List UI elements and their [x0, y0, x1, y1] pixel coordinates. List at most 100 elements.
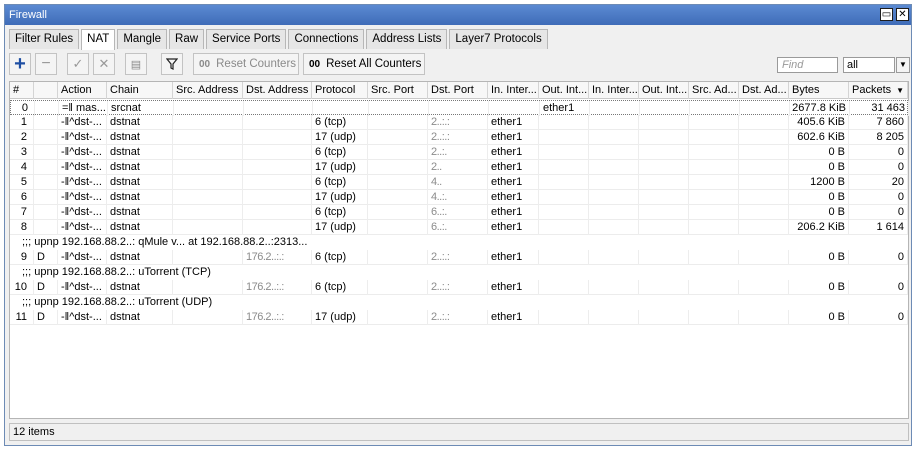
item-count: 12 items [13, 426, 55, 438]
table-cell: 0 B [789, 280, 849, 295]
filter-icon [166, 58, 178, 70]
reset-counters-button[interactable]: 00 Reset Counters [193, 53, 299, 75]
table-cell: ether1 [488, 160, 539, 175]
column-header[interactable]: Out. Int... [539, 82, 589, 99]
table-row[interactable]: 1 -‖^dst-... dstnat 6 (tcp) 2..:.: ether1 405.… [10, 115, 908, 130]
table-cell: 0 [849, 280, 908, 295]
tab-service-ports[interactable]: Service Ports [206, 29, 287, 49]
tab-connections[interactable]: Connections [288, 29, 365, 49]
comment-button[interactable]: ▤ [125, 53, 147, 75]
counter-icon: 00 [199, 58, 211, 70]
table-cell: 6..:. [428, 205, 488, 220]
table-cell [34, 145, 58, 160]
table-row[interactable]: 6 -‖^dst-... dstnat 17 (udp) 4..:. ether1 0 B0 [10, 190, 908, 205]
table-cell [740, 101, 790, 116]
table-cell: 6 [10, 190, 34, 205]
table-cell: ether1 [488, 220, 539, 235]
table-cell [173, 145, 243, 160]
table-header: # Action Chain Src. Address Dst. Address Prot… [10, 82, 908, 99]
table-cell: 17 (udp) [312, 220, 368, 235]
table-cell: 176.2..:.: [243, 280, 312, 295]
column-header[interactable]: Src. Address [173, 82, 243, 99]
disable-button[interactable]: ✕ [93, 53, 115, 75]
close-icon[interactable]: ✕ [896, 8, 909, 21]
maximize-icon[interactable]: ▭ [880, 8, 893, 21]
table-cell [639, 175, 689, 190]
table-cell: 176.2..:.: [243, 310, 312, 325]
column-header[interactable]: Out. Int... [639, 82, 689, 99]
table-cell [34, 115, 58, 130]
table-cell [34, 190, 58, 205]
table-cell [243, 160, 312, 175]
table-cell: -‖^dst-... [58, 310, 107, 325]
reset-all-counters-button[interactable]: 00 Reset All Counters [303, 53, 425, 75]
firewall-window: Firewall ▭ ✕ Filter Rules NAT Mangle Raw Ser… [4, 4, 912, 446]
column-header[interactable]: In. Inter... [488, 82, 539, 99]
table-cell [690, 101, 740, 116]
dropdown-arrow-icon[interactable]: ▼ [896, 57, 910, 73]
table-cell: 0 B [789, 145, 849, 160]
table-row[interactable]: 7 -‖^dst-... dstnat 6 (tcp) 6..:. ether1 0 B0 [10, 205, 908, 220]
column-header[interactable]: Dst. Address [243, 82, 312, 99]
filter-select[interactable]: all [843, 57, 895, 73]
find-input[interactable]: Find [777, 57, 838, 73]
table-cell [689, 280, 739, 295]
table-cell: 2677.8 KiB [790, 101, 850, 116]
column-header[interactable] [34, 82, 58, 99]
table-cell [429, 101, 489, 116]
table-cell [639, 130, 689, 145]
tab-filter-rules[interactable]: Filter Rules [9, 29, 80, 49]
table-cell: ether1 [488, 175, 539, 190]
column-header[interactable]: Chain [107, 82, 173, 99]
enable-button[interactable]: ✓ [67, 53, 89, 75]
column-header[interactable]: Src. Ad... [689, 82, 739, 99]
table-row[interactable]: 11 D -‖^dst-... dstnat 176.2..:.: 17 (udp) 2..… [10, 310, 908, 325]
table-cell [689, 115, 739, 130]
table-cell [639, 250, 689, 265]
column-header[interactable]: Bytes [789, 82, 849, 99]
column-header[interactable]: Dst. Port [428, 82, 488, 99]
table-cell: -‖^dst-... [58, 115, 107, 130]
remove-button[interactable]: − [35, 53, 57, 75]
column-header[interactable]: # [10, 82, 34, 99]
table-cell: 3 [10, 145, 34, 160]
table-cell [689, 310, 739, 325]
table-row[interactable]: 3 -‖^dst-... dstnat 6 (tcp) 2..:. ether1 0 B0 [10, 145, 908, 160]
table-cell [639, 115, 689, 130]
column-header[interactable]: Dst. Ad... [739, 82, 789, 99]
column-header[interactable]: Protocol [312, 82, 368, 99]
tab-bar: Filter Rules NAT Mangle Raw Service Ports Con… [9, 29, 550, 50]
table-cell: 2..:.: [428, 130, 488, 145]
table-row[interactable]: 8 -‖^dst-... dstnat 17 (udp) 6..:. ether1 206.… [10, 220, 908, 235]
table-cell: 7 [10, 205, 34, 220]
tab-layer7-protocols[interactable]: Layer7 Protocols [449, 29, 548, 49]
table-cell: 6 (tcp) [312, 145, 368, 160]
add-button[interactable]: + [9, 53, 31, 75]
filter-button[interactable] [161, 53, 183, 75]
column-header[interactable]: Src. Port [368, 82, 428, 99]
tab-raw[interactable]: Raw [169, 29, 205, 49]
table-cell: dstnat [107, 310, 173, 325]
table-row[interactable]: 2 -‖^dst-... dstnat 17 (udp) 2..:.: ether1 602… [10, 130, 908, 145]
tab-mangle[interactable]: Mangle [117, 29, 168, 49]
table-cell [539, 205, 589, 220]
table-row[interactable]: 10 D -‖^dst-... dstnat 176.2..:.: 6 (tcp) 2..:… [10, 280, 908, 295]
table-cell [539, 220, 589, 235]
table-row[interactable]: 9 D -‖^dst-... dstnat 176.2..:.: 6 (tcp) 2..:.… [10, 250, 908, 265]
tab-address-lists[interactable]: Address Lists [366, 29, 448, 49]
table-cell [739, 160, 789, 175]
table-row[interactable]: 4 -‖^dst-... dstnat 17 (udp) 2.. ether1 0 B0 [10, 160, 908, 175]
table-row[interactable]: 0 =‖ mas... srcnat ether1 2677.8 KiB 31 463 [10, 100, 909, 116]
table-row[interactable]: 5 -‖^dst-... dstnat 6 (tcp) 4.. ether1 1200 B2… [10, 175, 908, 190]
column-header[interactable]: Action [58, 82, 107, 99]
table-cell [539, 175, 589, 190]
tab-nat[interactable]: NAT [81, 29, 116, 50]
column-header[interactable]: In. Inter... [589, 82, 639, 99]
table-cell: 405.6 KiB [789, 115, 849, 130]
table-cell [589, 250, 639, 265]
table-cell: ether1 [488, 115, 539, 130]
table-cell [368, 280, 428, 295]
table-cell [689, 190, 739, 205]
table-cell [639, 220, 689, 235]
status-bar: 12 items [9, 423, 909, 441]
